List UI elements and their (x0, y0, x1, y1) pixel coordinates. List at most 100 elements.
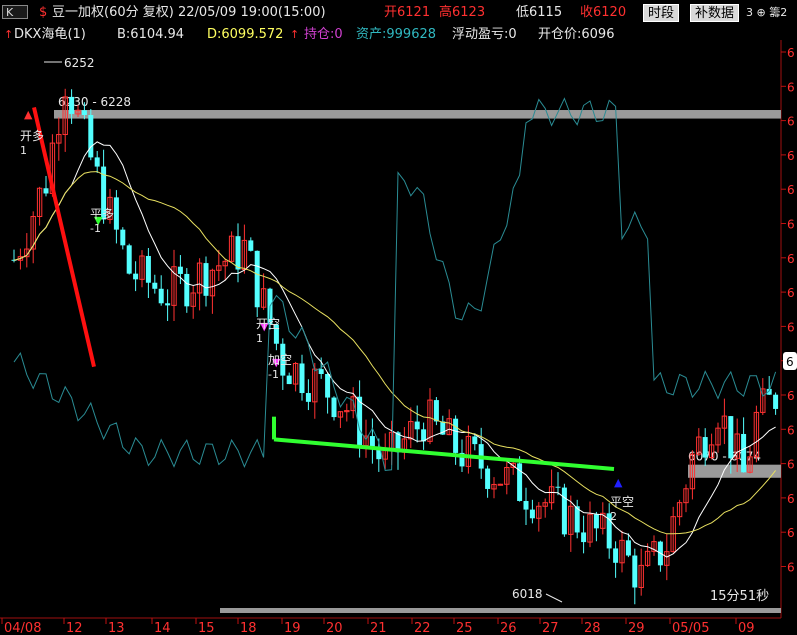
ma-line-white (13, 141, 776, 558)
candle (657, 540, 663, 572)
candle (113, 190, 119, 244)
signal-count: -1 (90, 222, 101, 235)
high-price: 高6123 (439, 5, 486, 20)
candle-body (113, 197, 119, 230)
k-selector-button[interactable]: K (2, 5, 28, 19)
candle-body (177, 266, 183, 274)
candle-body (133, 273, 139, 280)
candle (241, 224, 248, 274)
price-axis-label: 6 (787, 389, 795, 403)
candle-body (69, 96, 75, 114)
candle (741, 417, 747, 473)
candle (94, 151, 100, 173)
price-axis-label: 6 (787, 526, 795, 540)
candle-body (523, 500, 529, 510)
candle (497, 483, 504, 486)
candle (248, 237, 254, 252)
candle-body (94, 157, 100, 167)
signal-arrow-icon: ▲ (24, 108, 33, 121)
candle (453, 415, 459, 465)
candle-body (773, 394, 779, 409)
candle (331, 396, 337, 421)
candle (88, 109, 94, 161)
signal-label: 开多 (20, 129, 44, 143)
candle (574, 499, 580, 539)
candle (305, 379, 311, 411)
candle-body (561, 487, 567, 535)
indicator-arrow: ↑ (4, 28, 14, 41)
candle (222, 259, 228, 281)
candle (30, 211, 36, 264)
candle-body (414, 421, 420, 430)
candle (11, 249, 17, 263)
price-axis-label: 6 (787, 492, 795, 506)
candle (536, 502, 542, 532)
time-axis-label: 20 (326, 621, 343, 635)
toolbar-icons[interactable]: 3 ⊕ 籌2 (746, 5, 787, 21)
candle (228, 231, 235, 262)
countdown-timer: 15分51秒 (710, 589, 769, 604)
candle (414, 405, 420, 443)
candle (369, 418, 375, 464)
assets-value: 资产:999628 (356, 27, 437, 42)
candle (561, 483, 567, 537)
candle (158, 275, 164, 306)
time-axis-label: 15 (198, 621, 215, 635)
candle (721, 398, 728, 445)
signal-count: 2 (610, 510, 617, 523)
candle (568, 495, 574, 552)
candle-body (299, 363, 305, 394)
signal-open-long: ▲ 开多1 (20, 108, 44, 157)
signal-count: -1 (268, 368, 279, 381)
candle (299, 354, 305, 401)
candle-body (331, 397, 337, 418)
time-axis-label: 22 (414, 621, 431, 635)
supplement-data-button[interactable]: 补数据 (690, 4, 740, 22)
candle (184, 268, 190, 313)
candle-body (145, 255, 151, 283)
candle (421, 422, 427, 450)
candle-body (318, 369, 324, 374)
candle-body (235, 236, 241, 270)
candlestick-chart[interactable]: 66666666666666666230 - 62286070 - 6074▲开… (0, 0, 797, 635)
candle (408, 407, 414, 449)
price-axis-label: 6 (787, 423, 795, 437)
candle-body (81, 110, 87, 116)
candle (190, 285, 196, 319)
candle (638, 548, 644, 596)
time-axis-label: 21 (370, 621, 387, 635)
candle-body (613, 548, 619, 563)
candle (427, 388, 433, 445)
signal-close-short: ▲ 平空2 (610, 476, 634, 523)
candle-body (555, 486, 561, 488)
close-price: 收6120 (580, 5, 627, 20)
candle (209, 268, 216, 314)
price-axis-label: 6 (787, 46, 795, 60)
candle (145, 247, 151, 298)
signal-arrow-icon: ▲ (614, 476, 623, 489)
open-price-value: 开仓价:6096 (538, 27, 615, 42)
indicator-arrow-2: ↑ (290, 28, 300, 41)
price-axis-label: 6 (787, 218, 795, 232)
price-axis-label: 6 (787, 561, 795, 575)
s-marker: $ (39, 5, 48, 20)
time-axis-label: 27 (542, 621, 559, 635)
indicator-b-value: B:6104.94 (117, 27, 185, 42)
time-axis-label: 26 (500, 621, 517, 635)
candle-body (152, 282, 158, 289)
candle-body (88, 115, 94, 158)
candle (203, 256, 209, 307)
candle (734, 418, 740, 472)
candle (581, 515, 587, 554)
sr-band-label: 6230 - 6228 (58, 95, 131, 109)
candle (651, 535, 657, 556)
candle (548, 469, 555, 510)
candle (120, 227, 126, 250)
candle (632, 548, 638, 605)
candle-body (593, 514, 599, 529)
candle (56, 117, 62, 161)
indicator-d-value: D:6099.572 (207, 27, 284, 42)
price-axis-label: 6 (787, 286, 795, 300)
candle-body (625, 540, 631, 556)
period-button[interactable]: 时段 (643, 4, 680, 22)
